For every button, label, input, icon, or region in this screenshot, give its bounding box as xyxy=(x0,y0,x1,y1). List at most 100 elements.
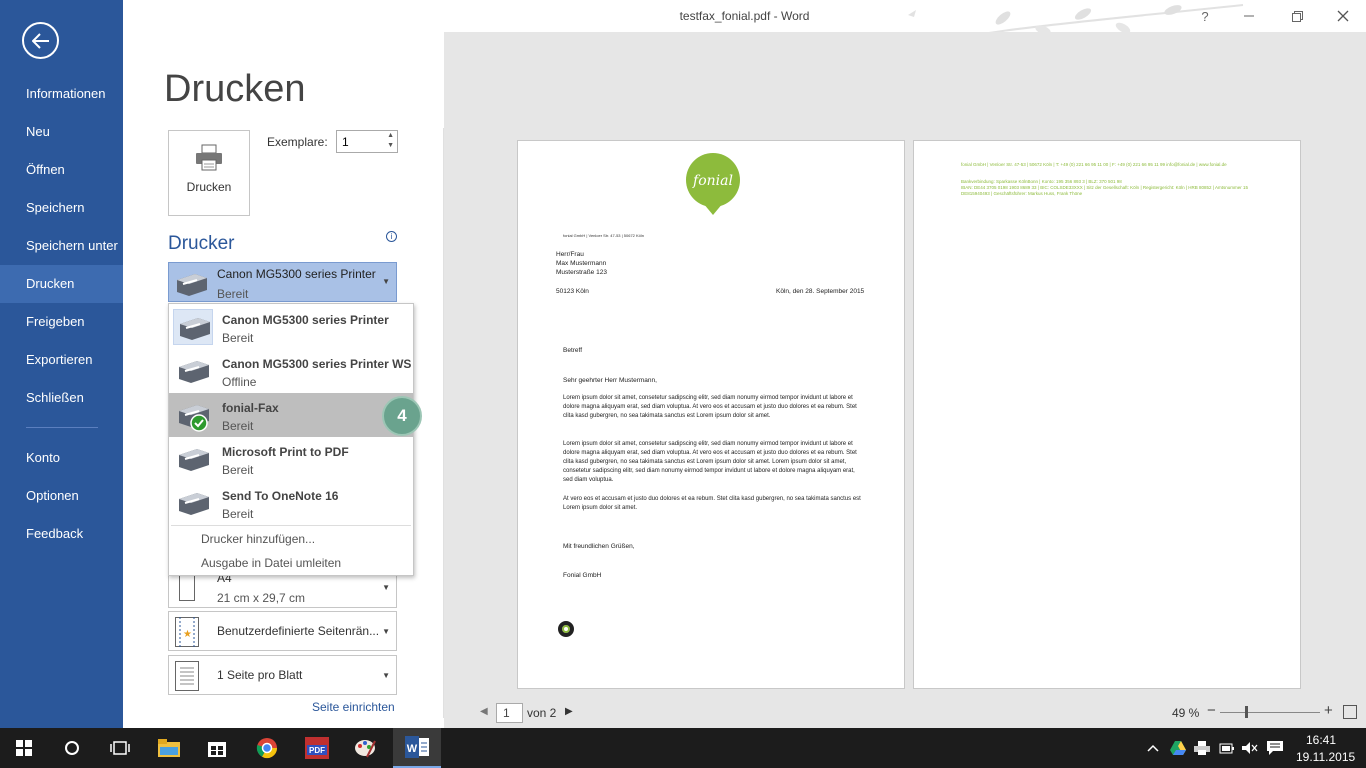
selected-printer-name: Canon MG5300 series Printer xyxy=(217,267,376,281)
chevron-down-icon: ▼ xyxy=(382,671,390,680)
taskbar-explorer[interactable] xyxy=(146,728,192,768)
printer-option[interactable]: Canon MG5300 series Printer Bereit xyxy=(169,305,413,349)
chrome-icon xyxy=(256,738,278,759)
nav-drucken[interactable]: Drucken xyxy=(0,265,123,303)
nav-informationen[interactable]: Informationen xyxy=(0,75,123,113)
chevron-down-icon: ▼ xyxy=(382,277,390,286)
windows-logo-icon xyxy=(16,740,32,756)
printer-icon xyxy=(179,449,209,471)
zoom-slider[interactable] xyxy=(1220,712,1320,713)
print-preview: fonial fonial GmbH | Venloer Str. 47-53 … xyxy=(444,32,1366,728)
start-button[interactable] xyxy=(0,728,48,768)
printer-icon-box xyxy=(173,485,213,521)
word-icon: W xyxy=(405,736,429,758)
footer-line: Bankverbindung: Sparkasse KölnBonn | Kon… xyxy=(961,179,1122,184)
printer-option[interactable]: Microsoft Print to PDF Bereit xyxy=(169,437,413,481)
nav-exportieren[interactable]: Exportieren xyxy=(0,341,123,379)
printer-select[interactable]: Canon MG5300 series Printer Bereit ▼ xyxy=(168,262,397,302)
copies-spinner[interactable]: ▲ ▼ xyxy=(336,130,398,153)
close-button[interactable] xyxy=(1331,4,1355,28)
taskbar-pdf-app[interactable]: PDF xyxy=(294,728,340,768)
tray-printer[interactable] xyxy=(1192,728,1212,768)
cortana-icon xyxy=(65,741,79,755)
zoom-to-page-button[interactable] xyxy=(1343,705,1357,719)
help-button[interactable]: ? xyxy=(1193,4,1217,28)
next-page-button[interactable]: ▶ xyxy=(565,706,573,717)
print-to-file-option[interactable]: Ausgabe in Datei umleiten xyxy=(201,556,341,570)
pages-per-sheet-select[interactable]: 1 Seite pro Blatt ▼ xyxy=(168,655,397,695)
tray-volume[interactable] xyxy=(1240,728,1260,768)
letter-paragraph: Lorem ipsum dolor sit amet, consetetur s… xyxy=(563,395,857,419)
nav-konto[interactable]: Konto xyxy=(0,439,123,477)
previous-page-button[interactable]: ◀ xyxy=(480,706,488,717)
volume-muted-icon xyxy=(1242,742,1258,754)
taskbar-chrome[interactable] xyxy=(244,728,290,768)
nav-optionen[interactable]: Optionen xyxy=(0,477,123,515)
zoom-in-button[interactable]: + xyxy=(1324,702,1333,719)
page-setup-link[interactable]: Seite einrichten xyxy=(312,700,395,714)
page-title: Drucken xyxy=(164,68,306,110)
address-line: Herr/Frau xyxy=(556,251,584,258)
svg-text:W: W xyxy=(407,743,418,755)
paper-size-detail: 21 cm x 29,7 cm xyxy=(217,591,306,605)
taskbar-store[interactable] xyxy=(194,728,240,768)
margins-select[interactable]: ★ Benutzerdefinierte Seitenrän... ▼ xyxy=(168,611,397,651)
add-printer-link[interactable]: Drucker hinzufügen... xyxy=(201,532,315,546)
clock-date[interactable]: 19.11.2015 xyxy=(1296,750,1355,764)
print-button[interactable]: Drucken xyxy=(168,130,250,216)
sidebar-divider xyxy=(26,427,98,428)
printer-option[interactable]: fonial-Fax Bereit xyxy=(169,393,413,437)
letter-closing: Mit freundlichen Grüßen, xyxy=(563,543,635,550)
store-icon xyxy=(208,742,226,757)
spin-down-icon[interactable]: ▼ xyxy=(387,142,394,149)
nav-feedback[interactable]: Feedback xyxy=(0,515,123,553)
nav-speichern[interactable]: Speichern xyxy=(0,189,123,227)
printer-heading: Drucker xyxy=(168,233,235,254)
footer-line: DE815940493 | Geschäftsführer: Markus Hu… xyxy=(961,191,1083,196)
nav-speichern-unter[interactable]: Speichern unter xyxy=(0,227,123,265)
chevron-down-icon: ▼ xyxy=(382,583,390,592)
nav-neu[interactable]: Neu xyxy=(0,113,123,151)
printer-icon xyxy=(177,274,207,296)
google-drive-icon xyxy=(1170,741,1186,755)
printer-option[interactable]: Send To OneNote 16 Bereit xyxy=(169,481,413,525)
page-number-input[interactable]: 1 xyxy=(496,703,523,723)
printer-option-status: Offline xyxy=(222,375,257,389)
copies-label: Exemplare: xyxy=(267,135,328,149)
task-view-button[interactable] xyxy=(96,728,144,768)
restore-button[interactable] xyxy=(1285,4,1309,28)
printer-option[interactable]: Canon MG5300 series Printer WS Offline xyxy=(169,349,413,393)
spin-up-icon[interactable]: ▲ xyxy=(387,132,394,139)
printer-option-status: Bereit xyxy=(222,419,254,433)
zoom-slider-thumb[interactable] xyxy=(1245,706,1248,718)
chevron-down-icon: ▼ xyxy=(382,627,390,636)
search-button[interactable] xyxy=(48,728,96,768)
title-bar: testfax_fonial.pdf - Word ? xyxy=(123,0,1366,51)
printer-icon xyxy=(179,493,209,515)
printer-icon-box xyxy=(173,309,213,345)
copies-input[interactable] xyxy=(337,131,381,152)
taskbar-paint-app[interactable] xyxy=(342,728,388,768)
tray-notifications[interactable] xyxy=(1264,728,1286,768)
arrow-left-icon xyxy=(31,32,49,49)
letter-paragraph: At vero eos et accusam et justo duo dolo… xyxy=(563,496,861,511)
info-icon[interactable]: i xyxy=(386,231,397,242)
preview-page-2: fonial GmbH | Venloer Str. 47-53 | 50672… xyxy=(913,140,1301,689)
printer-option-name: Canon MG5300 series Printer WS xyxy=(222,357,412,371)
printer-option-name: Microsoft Print to PDF xyxy=(222,445,349,459)
tray-google-drive[interactable] xyxy=(1168,728,1188,768)
logo-text: fonial xyxy=(692,173,733,189)
clock-time[interactable]: 16:41 xyxy=(1306,733,1336,747)
back-button[interactable] xyxy=(22,22,59,59)
tray-overflow-button[interactable] xyxy=(1144,728,1162,768)
nav-oeffnen[interactable]: Öffnen xyxy=(0,151,123,189)
zoom-level: 49 % xyxy=(1172,706,1200,720)
tray-battery[interactable] xyxy=(1216,728,1236,768)
letter-signature: Fonial GmbH xyxy=(563,572,602,579)
footer-line: IBAN: DE44 3705 0198 1903 8689 33 | BIC:… xyxy=(961,185,1248,190)
taskbar-word[interactable]: W xyxy=(393,728,441,768)
minimize-button[interactable] xyxy=(1237,4,1261,28)
nav-freigeben[interactable]: Freigeben xyxy=(0,303,123,341)
nav-schliessen[interactable]: Schließen xyxy=(0,379,123,417)
zoom-out-button[interactable]: − xyxy=(1207,702,1216,719)
